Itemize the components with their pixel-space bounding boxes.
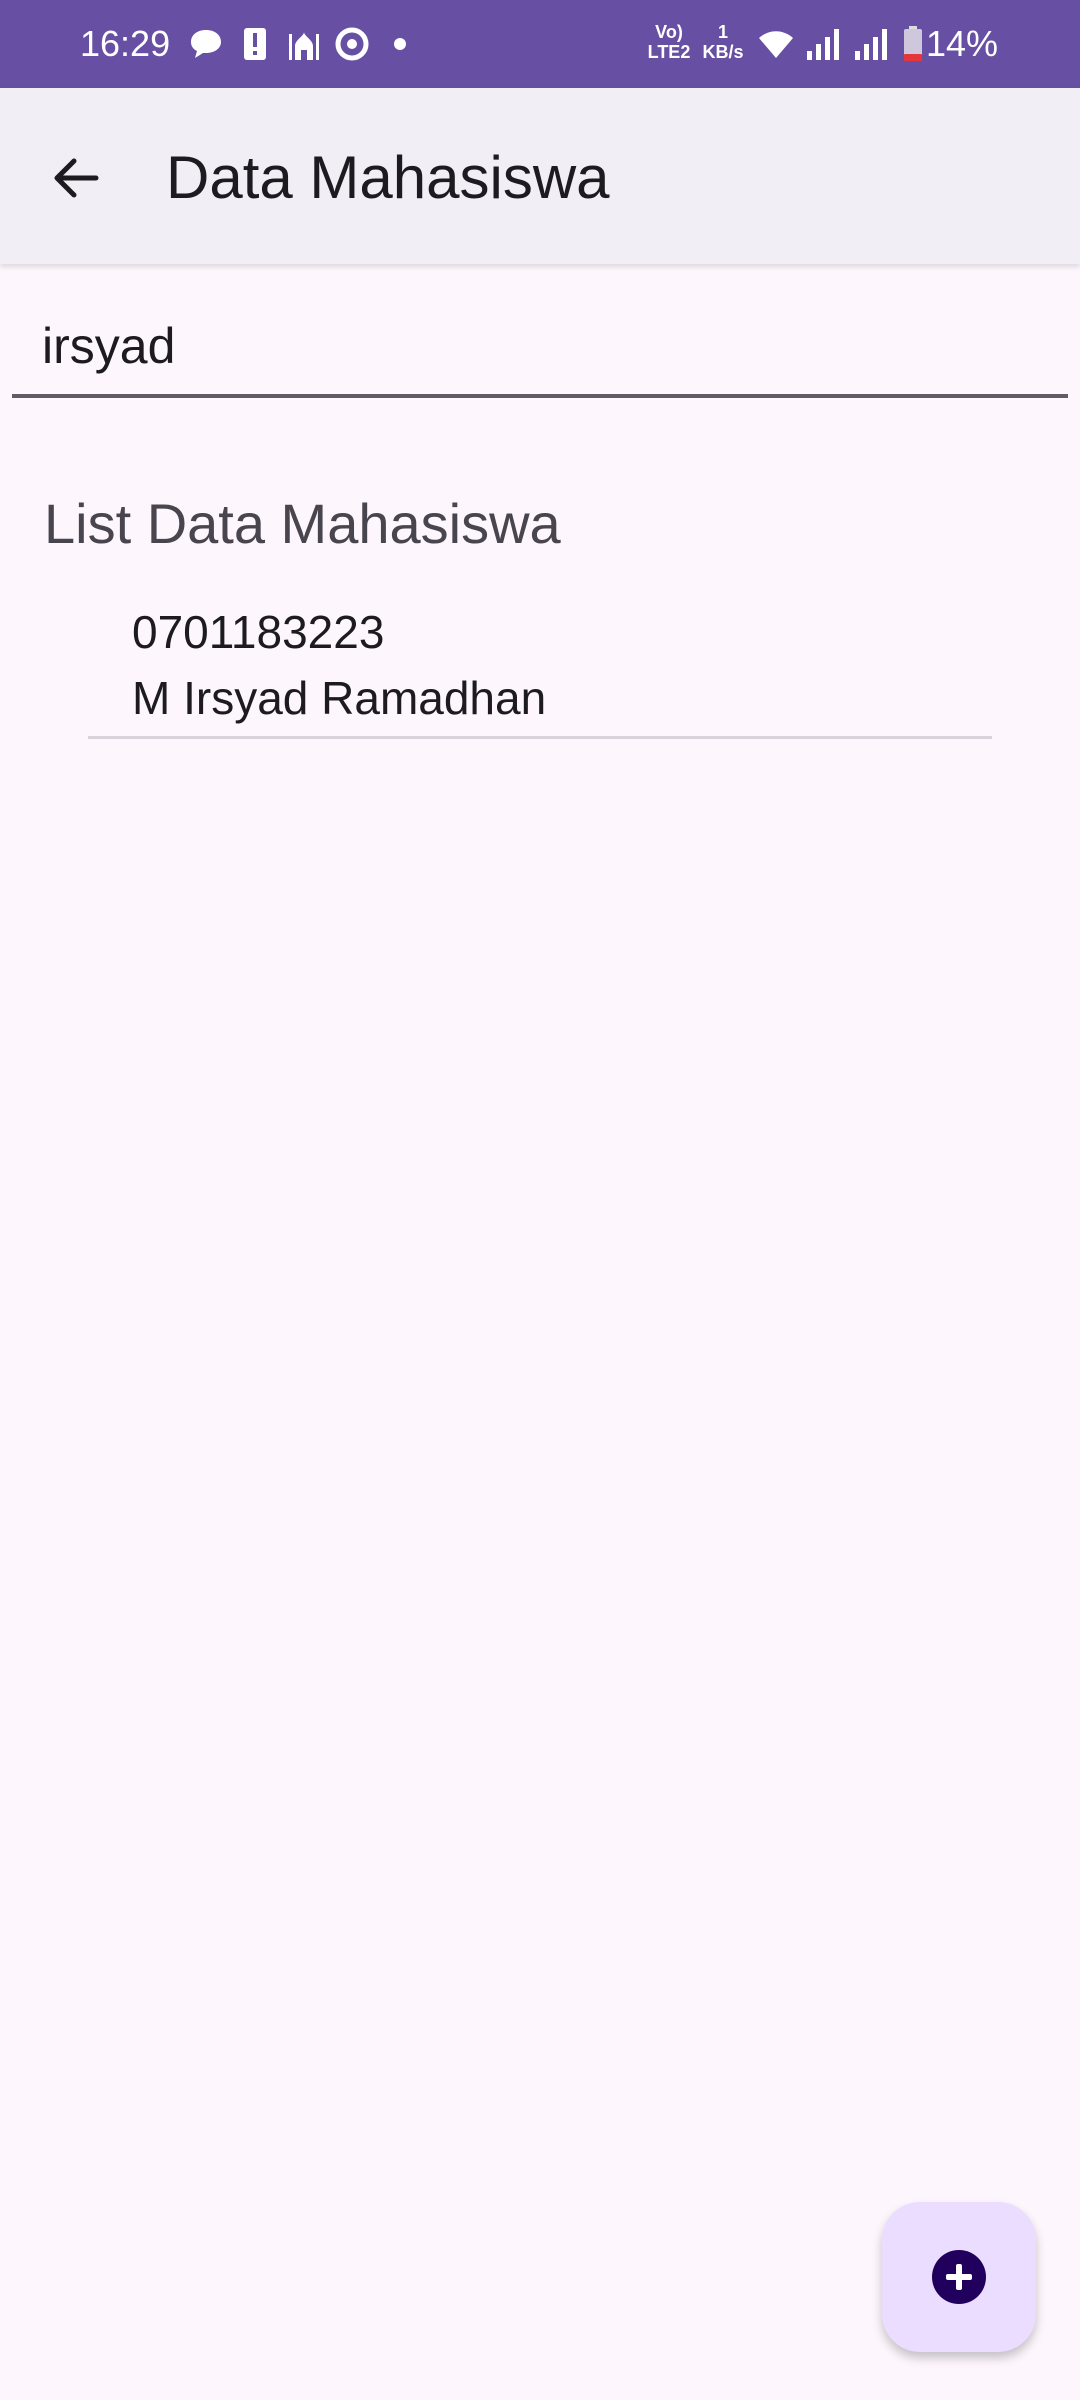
page-title: Data Mahasiswa (166, 144, 610, 211)
status-bar: 16:29 Vo) LTE2 1 KB/s 14% (0, 0, 1080, 88)
app-bar: Data Mahasiswa (0, 88, 1080, 264)
alert-icon (242, 24, 268, 64)
battery-percent: 14% (925, 23, 998, 64)
search-input[interactable]: irsyad (12, 290, 1068, 398)
volte-indicator: Vo) LTE2 (646, 22, 692, 62)
back-button[interactable] (36, 138, 116, 218)
list-title: List Data Mahasiswa (44, 492, 561, 555)
network-speed: 1 KB/s (700, 22, 746, 62)
arrow-left-icon (54, 158, 99, 198)
location-icon (334, 24, 370, 64)
search-value: irsyad (42, 318, 176, 374)
chat-bubble-icon (188, 24, 224, 64)
speed-unit: KB/s (702, 42, 744, 62)
lte-label: LTE2 (647, 42, 691, 62)
status-time: 16:29 (80, 23, 171, 64)
battery-icon (902, 24, 924, 64)
student-name: M Irsyad Ramadhan (132, 672, 547, 724)
add-circle-icon (932, 2250, 986, 2304)
volte-label: Vo) (655, 22, 683, 42)
speed-value: 1 (717, 22, 728, 42)
list-item[interactable]: 0701183223 M Irsyad Ramadhan (88, 600, 992, 739)
dot-icon (392, 24, 408, 64)
mosque-icon (286, 24, 322, 64)
student-nim: 0701183223 (132, 606, 385, 658)
signal-icon (852, 24, 890, 64)
wifi-icon (756, 24, 796, 64)
add-button[interactable] (882, 2202, 1036, 2352)
signal-icon (804, 24, 842, 64)
